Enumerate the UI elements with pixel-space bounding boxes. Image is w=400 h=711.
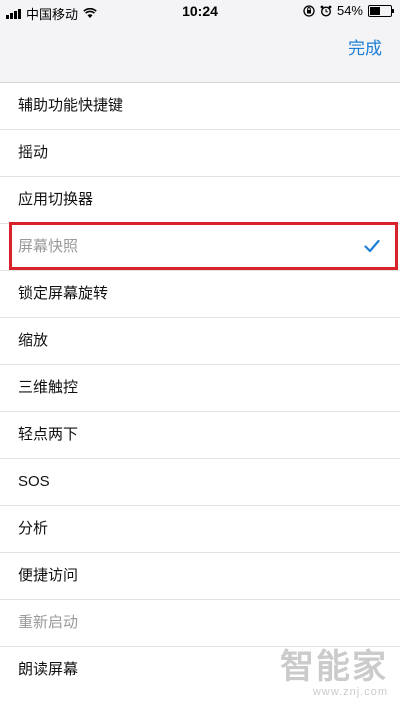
alarm-icon xyxy=(320,5,332,17)
watermark-logo: 智能家 xyxy=(280,648,388,686)
list-item-label: 摇动 xyxy=(18,144,49,161)
list-item-label: 朗读屏幕 xyxy=(18,661,79,678)
list-item-label: SOS xyxy=(18,473,50,490)
list-item[interactable]: 轻点两下 xyxy=(0,412,400,459)
list-item[interactable]: 屏幕快照 xyxy=(0,224,400,271)
list-item-label: 轻点两下 xyxy=(18,426,79,443)
list-item[interactable]: 便捷访问 xyxy=(0,553,400,600)
settings-list: 辅助功能快捷键 摇动应用切换器屏幕快照锁定屏幕旋转 缩放三维触控轻点两下 SOS 分析便… xyxy=(0,83,400,693)
status-bar: 中国移动 10:24 54% xyxy=(0,0,400,22)
list-item[interactable]: SOS xyxy=(0,459,400,506)
list-item-label: 分析 xyxy=(18,520,49,537)
checkmark-icon xyxy=(364,239,380,253)
list-item[interactable]: 辅助功能快捷键 xyxy=(0,83,400,130)
nav-bar: 完成 xyxy=(0,22,400,83)
list-item-label: 三维触控 xyxy=(18,379,79,396)
battery-icon xyxy=(368,4,394,17)
watermark: 智能家 www.znj.com xyxy=(280,648,388,698)
list-item[interactable]: 锁定屏幕旋转 xyxy=(0,271,400,318)
list-item[interactable]: 缩放 xyxy=(0,318,400,365)
battery-fill xyxy=(370,6,381,15)
list-item[interactable]: 三维触控 xyxy=(0,365,400,412)
list-item[interactable]: 应用切换器 xyxy=(0,177,400,224)
list-item-label: 缩放 xyxy=(18,332,49,349)
list-item-label: 便捷访问 xyxy=(18,567,79,584)
list-item-label: 辅助功能快捷键 xyxy=(18,97,124,114)
list-item[interactable]: 摇动 xyxy=(0,130,400,177)
list-item-label: 锁定屏幕旋转 xyxy=(18,285,109,302)
watermark-url: www.znj.com xyxy=(312,686,388,698)
list-item-label: 重新启动 xyxy=(18,614,79,631)
done-button[interactable]: 完成 xyxy=(348,34,382,59)
list-item[interactable]: 重新启动 xyxy=(0,600,400,647)
list-item-label: 应用切换器 xyxy=(18,191,94,208)
list-item[interactable]: 分析 xyxy=(0,506,400,553)
orientation-lock-icon xyxy=(303,4,315,17)
battery-percent: 54% xyxy=(336,3,363,18)
list-item-label: 屏幕快照 xyxy=(18,238,79,255)
